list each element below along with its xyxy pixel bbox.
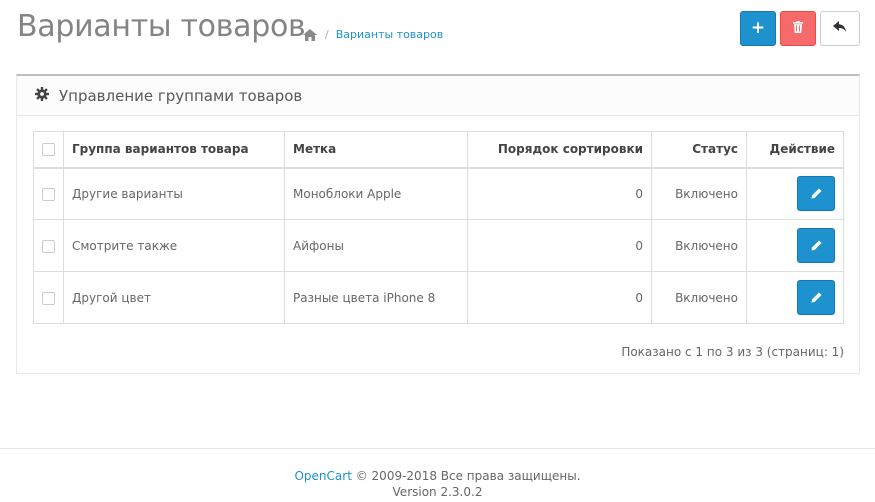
row-select-cell: [33, 167, 64, 220]
row-checkbox[interactable]: [42, 187, 55, 201]
cell-action: [746, 219, 844, 272]
pagination-results: Показано с 1 по 3 из 3 (страниц: 1): [621, 345, 844, 359]
breadcrumb-link-current[interactable]: Варианты товаров: [336, 28, 444, 41]
select-all-checkbox[interactable]: [42, 143, 55, 157]
row-checkbox[interactable]: [42, 291, 55, 305]
footer-copyright-line: OpenCart © 2009-2018 Все права защищены.: [0, 468, 875, 484]
cell-group: Другие варианты: [63, 167, 285, 220]
cell-group: Другой цвет: [63, 271, 285, 324]
footer-version: Version 2.3.0.2: [392, 485, 483, 499]
panel-title: Управление группами товаров: [59, 86, 303, 105]
footer: OpenCart © 2009-2018 Все права защищены.…: [0, 468, 875, 500]
cell-action: [746, 271, 844, 324]
table-row: Другой цвет Разные цвета iPhone 8 0 Вклю…: [33, 271, 844, 324]
cell-action: [746, 167, 844, 220]
row-select-cell: [33, 219, 64, 272]
page-title: Варианты товаров: [17, 9, 306, 44]
column-header-status[interactable]: Статус: [651, 131, 747, 169]
cell-label: Айфоны: [284, 219, 468, 272]
table-row: Другие варианты Моноблоки Apple 0 Включе…: [33, 167, 844, 220]
add-button[interactable]: +: [740, 11, 776, 46]
cell-sort: 0: [467, 271, 652, 324]
column-header-label[interactable]: Метка: [284, 131, 468, 169]
row-select-cell: [33, 271, 64, 324]
footer-divider: [0, 448, 875, 449]
reply-icon: [833, 21, 847, 36]
cell-status: Включено: [651, 271, 747, 324]
cell-status: Включено: [651, 167, 747, 220]
header-actions: +: [740, 11, 860, 46]
cell-status: Включено: [651, 219, 747, 272]
cell-group: Смотрите также: [63, 219, 285, 272]
footer-copyright: © 2009-2018 Все права защищены.: [355, 469, 581, 483]
delete-button[interactable]: [780, 11, 816, 46]
product-groups-table: Группа вариантов товара Метка Порядок со…: [33, 131, 844, 324]
cell-label: Разные цвета iPhone 8: [284, 271, 468, 324]
cell-sort: 0: [467, 219, 652, 272]
product-groups-panel: Управление группами товаров Группа вариа…: [16, 74, 860, 374]
home-icon[interactable]: [303, 28, 317, 41]
pencil-icon: [811, 240, 821, 251]
page-header: Варианты товаров / Варианты товаров +: [0, 0, 875, 60]
column-header-sort[interactable]: Порядок сортировки: [467, 131, 652, 169]
cell-sort: 0: [467, 167, 652, 220]
edit-button[interactable]: [797, 228, 835, 263]
plus-icon: +: [750, 18, 766, 38]
pencil-icon: [811, 188, 821, 199]
opencart-link[interactable]: OpenCart: [294, 469, 351, 483]
breadcrumb: / Варианты товаров: [303, 28, 443, 41]
column-header-action: Действие: [746, 131, 844, 169]
cell-label: Моноблоки Apple: [284, 167, 468, 220]
edit-button[interactable]: [797, 176, 835, 212]
row-checkbox[interactable]: [42, 239, 55, 253]
panel-heading: Управление группами товаров: [17, 76, 859, 116]
column-header-group[interactable]: Группа вариантов товара: [63, 131, 285, 169]
pencil-icon: [811, 292, 821, 303]
back-button[interactable]: [820, 11, 860, 46]
table-row: Смотрите также Айфоны 0 Включено: [33, 219, 844, 272]
edit-button[interactable]: [797, 280, 835, 315]
gear-icon: [35, 87, 49, 104]
trash-icon: [793, 21, 803, 36]
table-header-row: Группа вариантов товара Метка Порядок со…: [33, 131, 844, 169]
breadcrumb-separator: /: [325, 28, 329, 41]
select-all-cell: [33, 131, 64, 169]
